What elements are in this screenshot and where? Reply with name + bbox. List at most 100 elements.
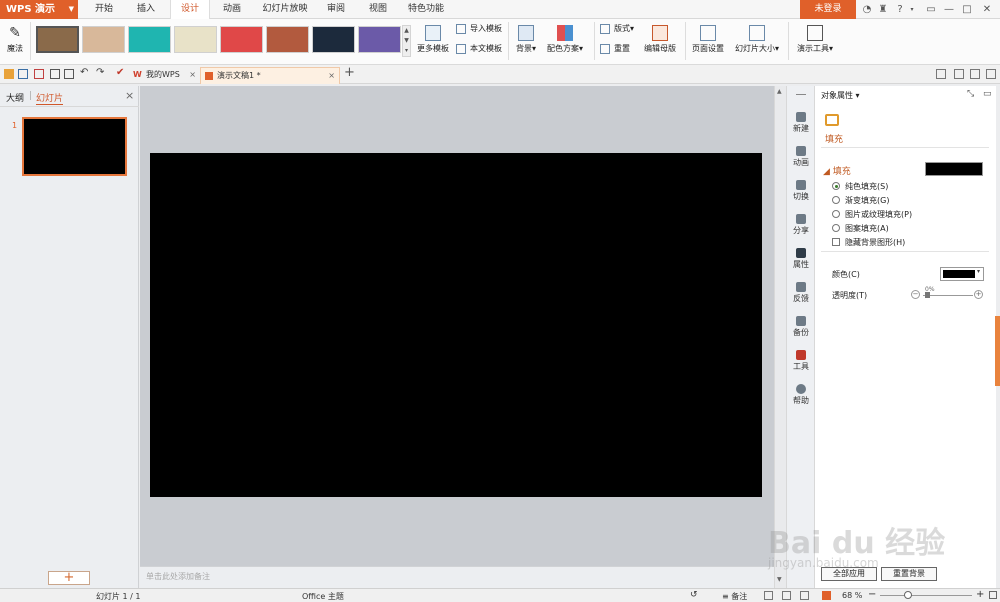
transparency-slider[interactable] <box>923 295 973 296</box>
minus-icon[interactable]: − <box>911 290 920 299</box>
present-tools-button[interactable]: 演示工具▾ <box>792 25 838 54</box>
print-icon[interactable] <box>50 69 60 79</box>
zoom-slider[interactable] <box>880 595 972 596</box>
tab-slides[interactable]: 幻灯片 <box>36 91 64 105</box>
color-scheme-button[interactable]: 配色方案▾ <box>544 25 586 54</box>
tab-review[interactable]: 审阅 <box>320 0 352 19</box>
zoom-out-icon[interactable]: − <box>868 589 876 600</box>
radio-picture-fill[interactable] <box>832 210 840 218</box>
doc-tab-mywps[interactable]: W 我的WPS × <box>130 67 200 84</box>
login-button[interactable]: 未登录 <box>800 0 856 19</box>
add-slide-button[interactable]: + <box>48 571 90 585</box>
tab-view[interactable]: 视图 <box>362 0 394 19</box>
slide-size-button[interactable]: 幻灯片大小▾ <box>730 25 784 54</box>
magic-button[interactable]: ✎ 魔法 <box>4 25 26 54</box>
close-icon[interactable]: ✕ <box>978 0 996 19</box>
side-properties[interactable]: 属性 <box>787 248 815 270</box>
scroll-up-icon[interactable]: ▲ <box>777 88 782 95</box>
slide[interactable] <box>150 153 762 497</box>
fill-section-header[interactable]: ◢ 填充 <box>823 164 851 177</box>
open-folder-icon[interactable] <box>4 69 14 79</box>
save-icon[interactable] <box>18 69 28 79</box>
sorter-view-icon[interactable] <box>782 591 791 600</box>
layout-button[interactable]: 版式▾ <box>600 22 634 36</box>
radio-pattern-fill[interactable] <box>832 224 840 232</box>
side-tools[interactable]: 工具 <box>787 350 815 372</box>
maximize-icon[interactable]: □ <box>958 0 976 19</box>
import-template-button[interactable]: 导入模板 <box>456 22 502 36</box>
reset-button[interactable]: 重置 <box>600 42 630 56</box>
theme-thumbnail[interactable] <box>36 26 79 53</box>
vertical-scrollbar[interactable]: ▲ ▼ <box>774 86 786 588</box>
hide-bg-checkbox[interactable] <box>832 238 840 246</box>
tab-fill[interactable]: 填充 <box>825 132 843 145</box>
color-picker[interactable]: ▾ <box>940 267 984 281</box>
history-icon[interactable]: ↺ <box>690 590 698 600</box>
tab-design[interactable]: 设计 <box>170 0 210 20</box>
close-tab-icon[interactable]: × <box>189 67 196 83</box>
restore-icon[interactable]: ▭ <box>922 0 940 19</box>
format-painter-icon[interactable]: ✔ <box>116 67 124 78</box>
collapse-icon[interactable] <box>796 94 806 95</box>
dock-icon[interactable]: ⤡ <box>967 89 974 99</box>
side-handle[interactable] <box>995 316 1000 386</box>
tab-animation[interactable]: 动画 <box>216 0 248 19</box>
reset-background-button[interactable]: 重置背景 <box>881 567 937 581</box>
doc-tab-presentation[interactable]: 演示文稿1 * × <box>200 67 340 84</box>
gallery-scroll[interactable]: ▲ ▼ ▾ <box>402 25 411 57</box>
pdf-icon[interactable] <box>34 69 44 79</box>
toolbar-icon[interactable] <box>970 69 980 79</box>
normal-view-icon[interactable] <box>764 591 773 600</box>
radio-gradient-fill[interactable] <box>832 196 840 204</box>
slide-thumbnail[interactable] <box>22 117 127 176</box>
theme-thumbnail[interactable] <box>174 26 217 53</box>
reading-view-icon[interactable] <box>800 591 809 600</box>
side-transition[interactable]: 切换 <box>787 180 815 202</box>
theme-thumbnail[interactable] <box>220 26 263 53</box>
chevron-down-icon[interactable]: ▾ <box>908 0 916 19</box>
theme-thumbnail[interactable] <box>128 26 171 53</box>
theme-thumbnail[interactable] <box>266 26 309 53</box>
theme-thumbnail[interactable] <box>82 26 125 53</box>
close-tab-icon[interactable]: × <box>328 68 335 84</box>
page-setup-button[interactable]: 页面设置 <box>688 25 728 54</box>
side-share[interactable]: 分享 <box>787 214 815 236</box>
edit-master-button[interactable]: 编辑母版 <box>640 25 680 54</box>
preview-icon[interactable] <box>64 69 74 79</box>
tab-features[interactable]: 特色功能 <box>404 0 448 19</box>
redo-icon[interactable]: ↷ <box>96 67 104 78</box>
more-templates-button[interactable]: 更多模板 <box>416 25 450 54</box>
tab-home[interactable]: 开始 <box>88 0 120 19</box>
side-feedback[interactable]: 反馈 <box>787 282 815 304</box>
notes-toggle[interactable]: ≡ 备注 <box>722 591 747 602</box>
this-doc-template-button[interactable]: 本文模板 <box>456 42 502 56</box>
side-backup[interactable]: 备份 <box>787 316 815 338</box>
radio-solid-fill[interactable] <box>832 182 840 190</box>
toolbar-icon[interactable] <box>954 69 964 79</box>
tab-insert[interactable]: 插入 <box>130 0 162 19</box>
close-icon[interactable]: × <box>125 89 134 102</box>
side-animation[interactable]: 动画 <box>787 146 815 168</box>
zoom-slider-thumb[interactable] <box>904 591 912 599</box>
fit-window-icon[interactable] <box>989 591 997 599</box>
pane-title[interactable]: 对象属性 ▾ <box>821 90 860 101</box>
notes-area[interactable]: 单击此处添加备注 <box>140 566 774 588</box>
zoom-level[interactable]: 68 % <box>842 591 862 600</box>
undo-icon[interactable]: ↶ <box>80 67 88 78</box>
toolbar-icon[interactable] <box>986 69 996 79</box>
play-slideshow-icon[interactable] <box>822 591 831 600</box>
theme-thumbnail[interactable] <box>358 26 401 53</box>
shirt-icon[interactable]: ♜ <box>874 0 892 19</box>
tab-slideshow[interactable]: 幻灯片放映 <box>258 0 312 19</box>
theme-thumbnail[interactable] <box>312 26 355 53</box>
minimize-icon[interactable]: — <box>940 0 958 19</box>
plus-icon[interactable]: + <box>974 290 983 299</box>
side-help[interactable]: 帮助 <box>787 384 815 406</box>
new-tab-icon[interactable]: + <box>344 65 355 80</box>
app-logo-menu[interactable]: WPS 演示 ▼ <box>0 0 78 19</box>
slider-thumb[interactable] <box>925 292 930 298</box>
side-new[interactable]: 新建 <box>787 112 815 134</box>
tab-outline[interactable]: 大纲 <box>6 91 24 104</box>
toolbar-icon[interactable] <box>936 69 946 79</box>
help-button[interactable]: ? <box>892 0 908 19</box>
